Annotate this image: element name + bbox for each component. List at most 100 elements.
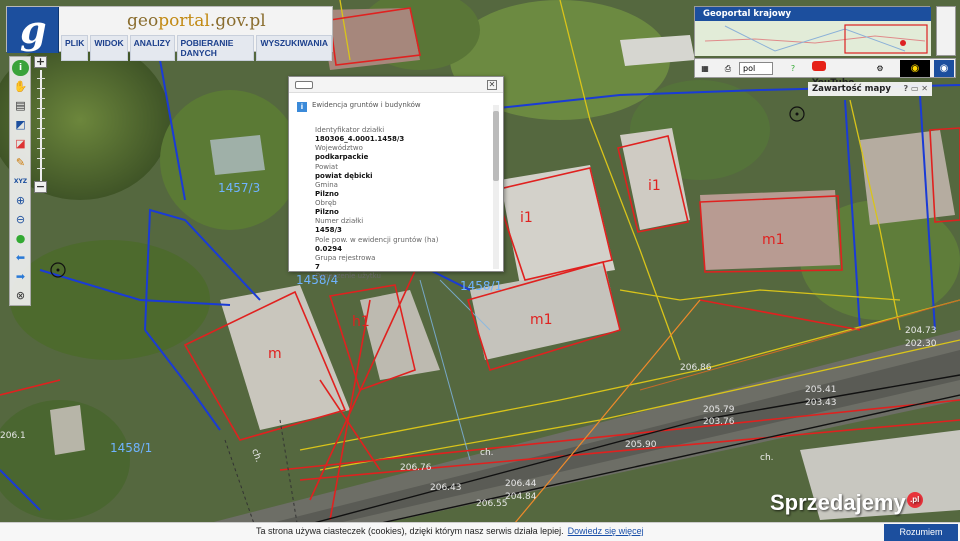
logo-letter: g [20, 7, 47, 52]
field-label: Województwo [315, 144, 363, 153]
info-icon: i [297, 102, 307, 112]
measure-icon[interactable]: XYZ [12, 174, 29, 190]
field-value: podkarpackie [315, 153, 369, 162]
cookie-message: Ta strona używa ciasteczek (cookies), dz… [256, 526, 644, 536]
watermark-badge: .pl [906, 492, 923, 508]
field-value: powiat dębicki [315, 171, 373, 180]
field-label: Pole pow. w ewidencji gruntów (ha) [315, 235, 439, 244]
zoom-track[interactable] [40, 70, 42, 182]
overview-title: Geoportal krajowy [695, 7, 931, 21]
youtube-button[interactable]: YouTube [812, 61, 868, 88]
zoom-tick [37, 78, 45, 79]
zoom-tick [37, 128, 45, 129]
zoom-tick [37, 158, 45, 159]
layers-icon[interactable]: ▤ [12, 98, 29, 114]
building-label: m1 [762, 232, 785, 248]
popup-close-icon[interactable]: ✕ [487, 80, 497, 90]
popup-title: Ewidencja gruntów i budynków [312, 101, 421, 109]
full-extent-icon[interactable]: ⊗ [12, 288, 29, 304]
cookie-accept-button[interactable]: Rozumiem [884, 524, 958, 541]
height-label: 202.30 [905, 339, 937, 349]
select-icon[interactable]: ◩ [12, 117, 29, 133]
contrast-icon[interactable]: ◉ [900, 60, 930, 77]
zoom-tick [37, 98, 45, 99]
watermark-text: Sprzedajemy [770, 490, 906, 515]
building-label: h1 [352, 314, 370, 330]
cookie-bar: Ta strona używa ciasteczek (cookies), dz… [0, 522, 960, 541]
field-label: Oznaczenie użytku [315, 272, 381, 281]
cookie-text: Ta strona używa ciasteczek (cookies), dz… [256, 526, 564, 536]
field-label: Grupa rejestrowa [315, 254, 376, 263]
printer-icon[interactable]: ⎙ [721, 62, 735, 75]
height-label: 204.84 [505, 492, 537, 502]
height-label: 206.76 [400, 463, 432, 473]
side-scale-panel[interactable] [936, 6, 956, 56]
help-icon[interactable]: ? [787, 62, 799, 75]
hand-icon[interactable]: ✋ [12, 79, 29, 95]
zoom-out-icon[interactable]: ⊖ [12, 212, 29, 228]
height-label: 205.90 [625, 440, 657, 450]
cookie-more-link[interactable]: Dowiedz się więcej [568, 526, 644, 536]
overview-map[interactable]: Geoportal krajowy [694, 6, 931, 56]
map-contents-header[interactable]: Zawartość mapy ? ▭ ✕ [808, 82, 932, 96]
info-icon[interactable]: i [12, 60, 29, 76]
building-label: m [268, 346, 282, 362]
zoom-plus-button[interactable]: + [34, 56, 47, 68]
app-header: g geoportal.gov.pl PLIK WIDOK ANALIZY PO… [6, 6, 333, 61]
language-select[interactable]: pol [739, 62, 773, 75]
left-toolbar: i ✋ ▤ ◩ ◪ ✎ XYZ ⊕ ⊖ ● ⬅ ➡ ⊗ [9, 56, 31, 306]
height-label: 206.1 [0, 431, 26, 441]
field-label: Powiat [315, 162, 338, 171]
watermark: Sprzedajemy .pl [770, 490, 923, 516]
panel-controls-icon[interactable]: ? ▭ ✕ [904, 82, 928, 96]
site-title-part: portal [158, 11, 210, 31]
height-label: 206.86 [680, 363, 712, 373]
back-arrow-icon[interactable]: ⬅ [12, 250, 29, 266]
height-label: 206.44 [505, 479, 537, 489]
print-icon[interactable]: ▦ [699, 62, 711, 75]
clear-selection-icon[interactable]: ◪ [12, 136, 29, 152]
zoom-slider[interactable]: + − [34, 56, 48, 196]
pencil-icon[interactable]: ✎ [12, 155, 29, 171]
zoom-tick [37, 88, 45, 89]
parcel-label: 1458/1 [110, 441, 152, 455]
accessibility-icon[interactable]: ⚙ [873, 62, 887, 75]
info-popup: ✕ i Ewidencja gruntów i budynków Identyfi… [288, 76, 504, 280]
popup-scrollbar[interactable] [493, 105, 499, 269]
field-value: 7 [315, 263, 320, 272]
field-value: 180306_4.0001.1458/3 [315, 135, 405, 143]
site-title-part: geo [127, 11, 159, 31]
field-label: Numer działki [315, 217, 364, 226]
height-label: 203.76 [703, 417, 735, 427]
view-icon[interactable]: ◉ [934, 60, 954, 77]
zoom-tick [37, 168, 45, 169]
youtube-icon [812, 61, 826, 71]
overview-mini-map[interactable] [695, 21, 931, 56]
menu-plik[interactable]: PLIK [61, 35, 89, 61]
popup-body: Identyfikator działki 180306_4.0001.1458… [315, 126, 491, 281]
zoom-minus-button[interactable]: − [34, 181, 47, 193]
globe-icon[interactable]: ● [12, 231, 29, 247]
geoportal-logo[interactable]: g [7, 7, 59, 53]
chimney-label: ch. [480, 448, 494, 458]
menu-analizy[interactable]: ANALIZY [129, 35, 175, 61]
building-label: i1 [520, 210, 533, 226]
site-title: geoportal.gov.pl [127, 11, 266, 31]
menu-wyszukiwania[interactable]: WYSZUKIWANIA [256, 35, 332, 61]
site-title-part: .gov.pl [209, 11, 266, 31]
popup-titlebar[interactable]: ✕ [289, 77, 503, 93]
forward-arrow-icon[interactable]: ➡ [12, 269, 29, 285]
main-menu: PLIK WIDOK ANALIZY POBIERANIE DANYCH WYS… [59, 35, 332, 61]
menu-widok[interactable]: WIDOK [90, 35, 128, 61]
field-value: 0.0294 [315, 244, 343, 253]
menu-pobieranie-danych[interactable]: POBIERANIE DANYCH [176, 35, 255, 61]
popup-handle-icon[interactable] [295, 81, 313, 89]
zoom-tick [37, 118, 45, 119]
top-right-toolbar: ▦ ⎙ pol ? YouTube ⚙ ◉ ◉ [694, 58, 956, 88]
zoom-in-icon[interactable]: ⊕ [12, 193, 29, 209]
popup-scroll-thumb[interactable] [493, 111, 499, 181]
field-value: Pilzno [315, 208, 339, 217]
building-label: m1 [530, 312, 553, 328]
height-label: 204.73 [905, 326, 937, 336]
parcel-label: 1457/3 [218, 181, 260, 195]
